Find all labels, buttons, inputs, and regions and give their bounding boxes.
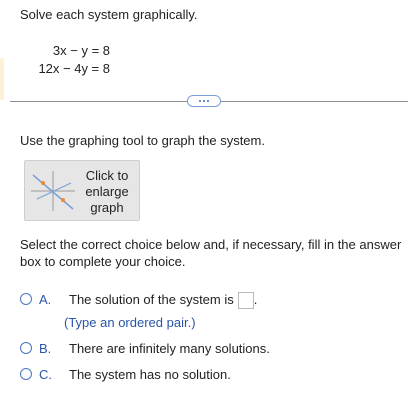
choice-a-text: The solution of the system is.	[69, 292, 258, 309]
left-accent-bar	[0, 58, 4, 100]
graph-thumbnail-icon	[31, 171, 75, 211]
choice-a-hint: (Type an ordered pair.)	[64, 315, 196, 330]
choice-c-letter: C.	[39, 367, 52, 382]
question-prompt: Solve each system graphically.	[20, 7, 198, 22]
choice-b-letter: B.	[39, 341, 52, 356]
expand-more-button[interactable]	[187, 95, 221, 107]
choice-b[interactable]: B. There are infinitely many solutions.	[20, 341, 270, 356]
choice-b-radio[interactable]	[20, 342, 32, 354]
choice-a[interactable]: A. The solution of the system is.	[20, 292, 257, 309]
choice-c-text: The system has no solution.	[69, 367, 231, 382]
equation-1: 3x − y = 8	[52, 43, 110, 58]
enlarge-graph-button[interactable]: Click to enlarge graph	[24, 160, 140, 221]
choice-a-radio[interactable]	[20, 293, 32, 305]
choice-b-text: There are infinitely many solutions.	[69, 341, 270, 356]
equation-2: 12x − 4y = 8	[38, 61, 110, 76]
more-dot-icon	[207, 100, 209, 102]
answer-input-box[interactable]	[237, 292, 254, 309]
choice-c[interactable]: C. The system has no solution.	[20, 367, 231, 382]
select-choice-instruction: Select the correct choice below and, if …	[20, 237, 402, 269]
more-dot-icon	[199, 100, 201, 102]
enlarge-graph-label: Click to enlarge graph	[85, 168, 129, 215]
choice-a-letter: A.	[39, 292, 52, 307]
choice-c-radio[interactable]	[20, 368, 32, 380]
more-dot-icon	[203, 100, 205, 102]
graph-instruction: Use the graphing tool to graph the syste…	[20, 133, 265, 148]
